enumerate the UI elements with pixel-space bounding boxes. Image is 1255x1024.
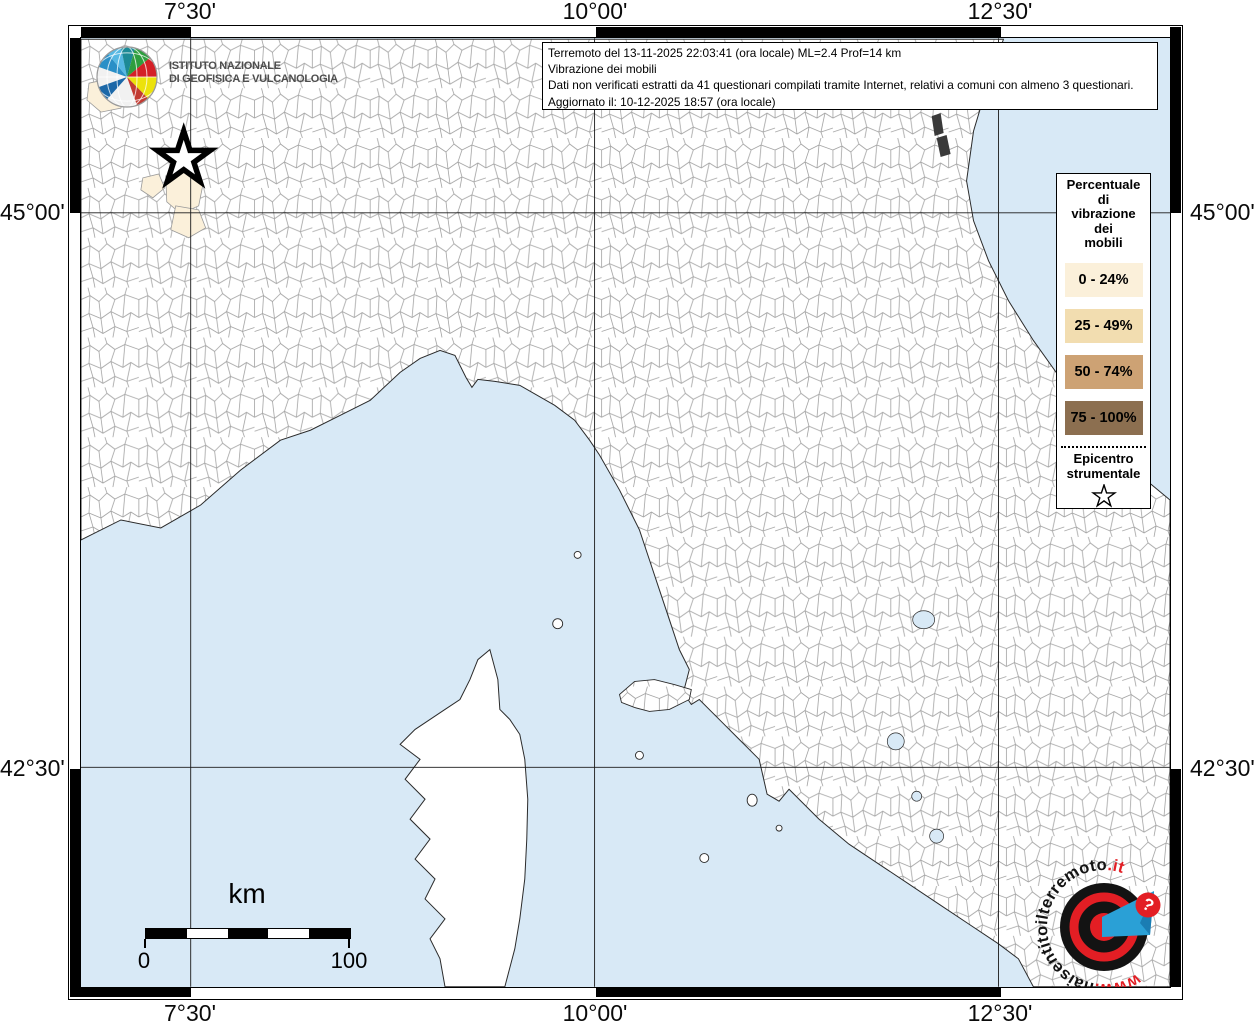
- base-map: [81, 38, 1170, 987]
- map-canvas: ISTITUTO NAZIONALE DI GEOFISICA E VULCAN…: [80, 37, 1171, 988]
- axis-label-left: 45°00': [0, 199, 65, 225]
- map-subject: Vibrazione dei mobili: [548, 62, 657, 77]
- scalebar-tick: [348, 939, 350, 948]
- ingv-logo: ISTITUTO NAZIONALE DI GEOFISICA E VULCAN…: [95, 45, 345, 115]
- axis-label-bottom: 7°30': [164, 1000, 216, 1024]
- event-title: Terremoto del 13-11-2025 22:03:41 (ora l…: [548, 46, 902, 60]
- axis-label-bottom: 10°00': [562, 1000, 628, 1024]
- event-info-box: Terremoto del 13-11-2025 22:03:41 (ora l…: [542, 42, 1158, 110]
- scalebar-max: 100: [330, 948, 368, 973]
- haisentitoilterremoto-logo-icon: ?: [1060, 883, 1161, 971]
- axis-label-right: 45°00': [1190, 199, 1255, 225]
- updated-at: Aggiornato il: 10-12-2025 18:57 (ora loc…: [548, 94, 776, 109]
- legend-epicenter-label: Epicentro strumentale: [1066, 450, 1141, 482]
- axis-label-left: 42°30': [0, 755, 65, 781]
- axis-label-bottom: 12°30': [967, 1000, 1033, 1024]
- epicenter-star-outline-icon: [1090, 482, 1117, 508]
- ingv-globe-icon: [96, 46, 158, 108]
- legend-class-swatch: 50 - 74%: [1064, 354, 1143, 389]
- scalebar-tick: [144, 939, 146, 948]
- axis-label-top: 10°00': [562, 0, 628, 24]
- axis-label-top: 7°30': [164, 0, 216, 24]
- legend-divider: [1061, 445, 1146, 448]
- watermark-link[interactable]: ? www.haisentitoilterremoto.it: [1034, 857, 1171, 988]
- ingv-name: ISTITUTO NAZIONALE DI GEOFISICA E VULCAN…: [169, 60, 338, 85]
- scalebar-unit: km: [228, 878, 266, 909]
- legend: Percentuale di vibrazione dei mobili 0 -…: [1056, 173, 1151, 509]
- legend-title: Percentuale di vibrazione dei mobili: [1066, 177, 1141, 250]
- data-disclaimer: Dati non verificati estratti da 41 quest…: [548, 78, 1134, 93]
- map-frame: ISTITUTO NAZIONALE DI GEOFISICA E VULCAN…: [68, 25, 1183, 1000]
- macroseismic-map-page: 7°30' 10°00' 12°30' 7°30' 10°00' 12°30' …: [0, 0, 1255, 1024]
- legend-class-swatch: 0 - 24%: [1064, 262, 1143, 297]
- legend-class-swatch: 75 - 100%: [1064, 400, 1143, 435]
- axis-label-top: 12°30': [967, 0, 1033, 24]
- legend-class-swatch: 25 - 49%: [1064, 308, 1143, 343]
- axis-label-right: 42°30': [1190, 755, 1255, 781]
- scalebar: [145, 928, 351, 939]
- scalebar-min: 0: [137, 948, 151, 973]
